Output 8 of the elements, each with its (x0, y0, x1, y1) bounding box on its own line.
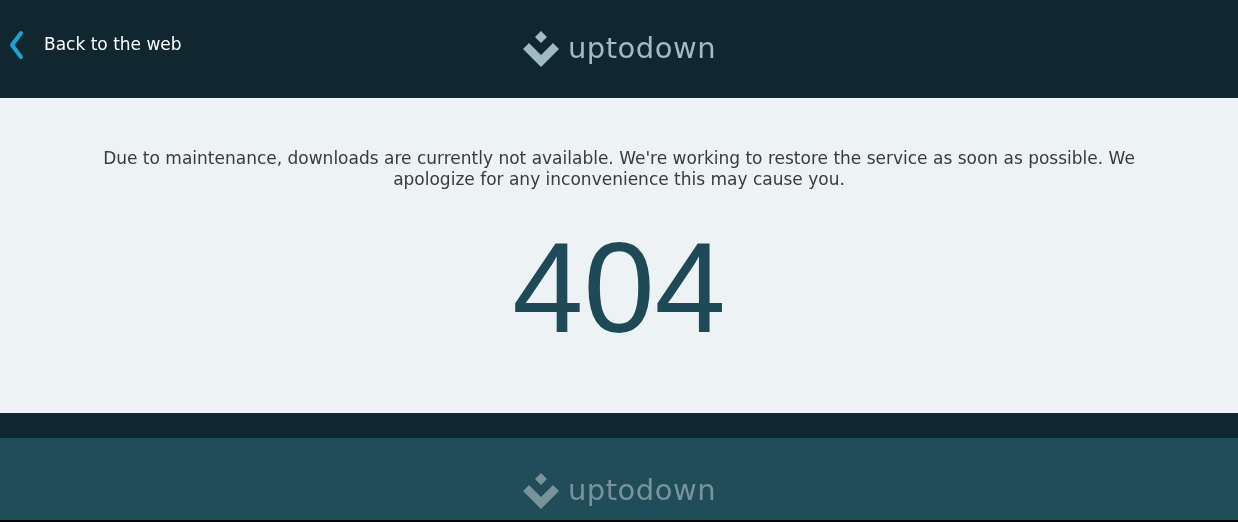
error-code: 404 (511, 224, 727, 352)
maintenance-message: Due to maintenance, downloads are currently not available. We're working to restore the service as soon as possible. We apologize for any inconvenience this may cause you. (102, 147, 1136, 190)
logo-icon (521, 472, 560, 510)
logo-icon (521, 30, 560, 68)
back-link[interactable]: Back to the web (8, 30, 182, 60)
chevron-left-icon (8, 30, 24, 60)
logo-text: uptodown (567, 30, 717, 68)
logo-text: uptodown (567, 472, 717, 510)
